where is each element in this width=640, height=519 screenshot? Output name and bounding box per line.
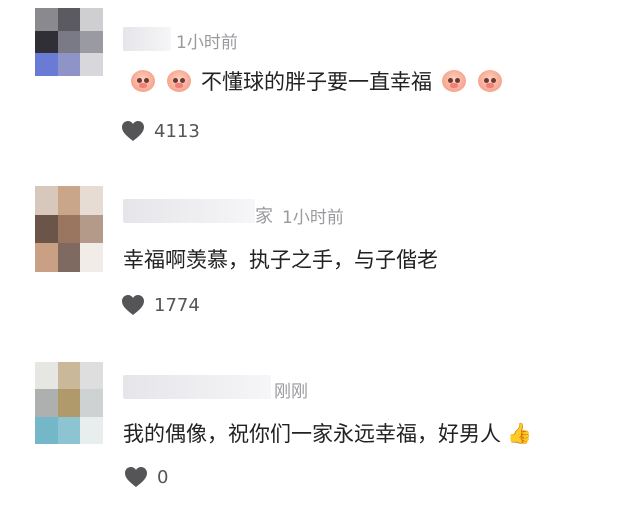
comment-time: 刚刚 bbox=[274, 382, 308, 402]
heart-icon bbox=[125, 467, 147, 487]
comment-text: 幸福啊羡慕，执子之手，与子偕老 bbox=[123, 244, 438, 274]
like-count: 4113 bbox=[154, 120, 200, 142]
heart-icon bbox=[122, 295, 144, 315]
thumbs-up-emoji-icon: 👍 bbox=[507, 421, 532, 445]
pig-face-emoji-icon bbox=[478, 70, 502, 92]
username-tail: 家 bbox=[255, 206, 273, 227]
like-button[interactable]: 1774 bbox=[121, 294, 200, 316]
avatar[interactable] bbox=[35, 8, 103, 76]
username-blurred[interactable] bbox=[123, 27, 171, 51]
pig-face-emoji-icon bbox=[131, 70, 155, 92]
comment-text-body: 幸福啊羡慕，执子之手，与子偕老 bbox=[123, 248, 438, 272]
like-count: 0 bbox=[157, 466, 169, 488]
pig-face-emoji-icon bbox=[167, 70, 191, 92]
pig-face-emoji-icon bbox=[442, 70, 466, 92]
like-button[interactable]: 0 bbox=[124, 466, 168, 488]
comment-text: 我的偶像，祝你们一家永远幸福，好男人 👍 bbox=[123, 418, 532, 448]
heart-icon bbox=[122, 121, 144, 141]
like-count: 1774 bbox=[154, 294, 200, 316]
comment-text-body: 我的偶像，祝你们一家永远幸福，好男人 bbox=[123, 422, 501, 446]
comment-time: 1小时前 bbox=[282, 208, 344, 228]
username-blurred[interactable] bbox=[123, 375, 271, 399]
like-button[interactable]: 4113 bbox=[121, 120, 200, 142]
comment-text-body: 不懂球的胖子要一直幸福 bbox=[201, 70, 432, 94]
avatar[interactable] bbox=[35, 186, 103, 272]
comment-time: 1小时前 bbox=[176, 33, 238, 53]
comment-text: 不懂球的胖子要一直幸福 bbox=[125, 66, 508, 96]
username-blurred[interactable] bbox=[123, 199, 255, 223]
avatar[interactable] bbox=[35, 362, 103, 444]
